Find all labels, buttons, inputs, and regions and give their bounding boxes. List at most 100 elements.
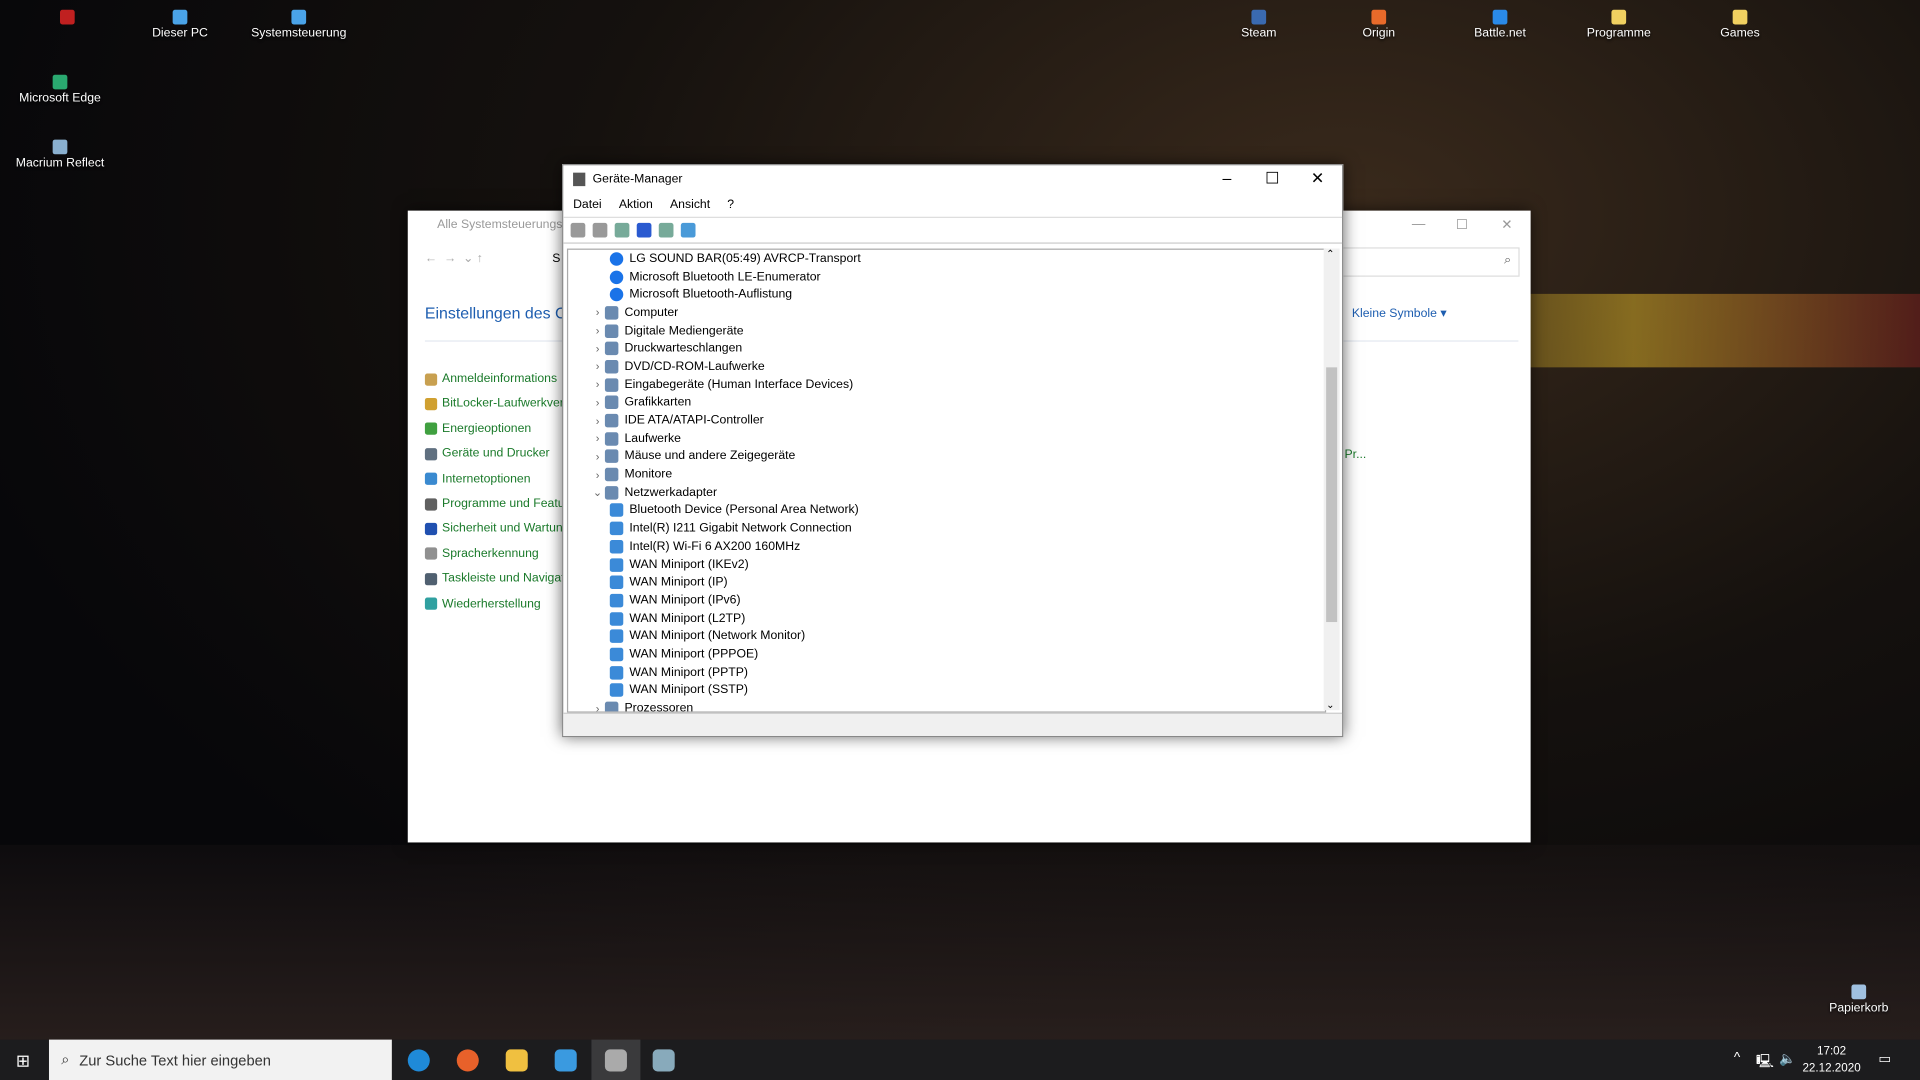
close-button[interactable]: ✕ (1501, 217, 1512, 233)
cp-link[interactable]: Geräte und Drucker (424, 447, 550, 461)
expand-toggle[interactable]: › (590, 361, 605, 373)
nav-arrows[interactable]: ← → ⌄ ↑ (425, 252, 483, 265)
tree-item[interactable]: › Mäuse und andere Zeigegeräte (568, 448, 1325, 466)
tree-item[interactable]: › DVD/CD-ROM-Laufwerke (568, 358, 1325, 376)
tree-item[interactable]: Microsoft Bluetooth-Auflistung (568, 286, 1325, 304)
cp-link-partial[interactable]: Pr... (1345, 448, 1367, 461)
expand-toggle[interactable]: › (590, 379, 605, 391)
scrollbar-thumb[interactable] (1326, 367, 1338, 623)
paint-icon[interactable] (652, 1049, 675, 1072)
expand-toggle[interactable]: › (590, 433, 605, 445)
desktop-icon[interactable]: Steam (1210, 9, 1308, 40)
tree-item[interactable]: WAN Miniport (L2TP) (568, 609, 1325, 627)
scroll-up-icon[interactable]: ⌃ (1326, 249, 1334, 260)
back-icon[interactable] (570, 222, 586, 238)
tree-item[interactable]: › IDE ATA/ATAPI-Controller (568, 412, 1325, 430)
properties-icon[interactable] (614, 222, 630, 238)
scroll-down-icon[interactable]: ⌄ (1326, 699, 1334, 710)
search-input[interactable]: ⌕ (1338, 247, 1520, 277)
tree-item[interactable]: WAN Miniport (IPv6) (568, 592, 1325, 610)
tree-item[interactable]: › Digitale Mediengeräte (568, 322, 1325, 340)
firefox-icon[interactable] (456, 1049, 479, 1072)
desktop-icon[interactable]: Origin (1330, 9, 1428, 40)
menu-item[interactable]: Aktion (619, 198, 653, 211)
menu-item[interactable]: Datei (573, 198, 602, 211)
desktop-icon[interactable]: Games (1691, 9, 1789, 40)
desktop-icon[interactable]: Battle.net (1451, 9, 1549, 40)
cp-link[interactable]: Wiederherstellung (424, 597, 541, 611)
cp-link[interactable]: Energieoptionen (424, 422, 531, 436)
category-icon (604, 449, 619, 464)
expand-toggle[interactable]: › (590, 397, 605, 409)
tree-item[interactable]: Intel(R) I211 Gigabit Network Connection (568, 520, 1325, 538)
tree-item[interactable]: WAN Miniport (Network Monitor) (568, 627, 1325, 645)
start-button[interactable]: ⊞ (16, 1051, 30, 1072)
desktop-icon[interactable] (18, 9, 116, 27)
tree-item[interactable]: › Druckwarteschlangen (568, 340, 1325, 358)
tree-item[interactable]: Bluetooth Device (Personal Area Network) (568, 502, 1325, 520)
expand-toggle[interactable]: › (590, 415, 605, 427)
expand-toggle[interactable]: › (590, 307, 605, 319)
maximize-button[interactable]: ☐ (1456, 217, 1468, 233)
notifications-icon[interactable]: ▭ (1878, 1051, 1891, 1067)
desktop-icon[interactable]: Macrium Reflect (11, 139, 109, 170)
tree-item[interactable]: WAN Miniport (SSTP) (568, 681, 1325, 699)
expand-toggle[interactable]: ⌄ (590, 486, 605, 499)
file-explorer-icon[interactable] (505, 1049, 528, 1072)
expand-toggle[interactable]: › (590, 343, 605, 355)
scrollbar[interactable]: ⌃ ⌄ (1323, 248, 1340, 711)
desktop-icon[interactable]: Papierkorb (1810, 984, 1908, 1015)
tree-item[interactable]: › Prozessoren (568, 699, 1325, 712)
menu-item[interactable]: Ansicht (670, 198, 710, 211)
network-icon[interactable]: 🖳 (1756, 1051, 1774, 1074)
category-icon (604, 467, 619, 482)
control-panel-taskbar-icon[interactable] (554, 1049, 577, 1072)
menu-item[interactable]: ? (727, 198, 734, 211)
tree-item[interactable]: ⌄ Netzwerkadapter (568, 484, 1325, 502)
tree-item[interactable]: › Eingabegeräte (Human Interface Devices) (568, 376, 1325, 394)
desktop-icon[interactable]: Dieser PC (131, 9, 229, 40)
expand-toggle[interactable]: › (590, 451, 605, 463)
tray-chevron-icon[interactable]: ^ (1734, 1051, 1740, 1066)
minimize-button[interactable]: — (1412, 217, 1425, 232)
volume-icon[interactable]: 🔈 (1779, 1051, 1796, 1067)
expand-toggle[interactable]: › (590, 468, 605, 480)
cp-link[interactable]: Programme und Featu (424, 497, 565, 511)
cp-link[interactable]: Sicherheit und Wartun (424, 522, 563, 536)
help-icon[interactable] (636, 222, 652, 238)
cp-link[interactable]: Taskleiste und Navigat (424, 572, 565, 586)
cp-link[interactable]: Internetoptionen (424, 472, 531, 486)
taskbar-search[interactable]: ⌕ Zur Suche Text hier eingeben (48, 1039, 392, 1080)
tree-item[interactable]: › Computer (568, 304, 1325, 322)
cp-link[interactable]: Anmeldeinformations (424, 372, 557, 386)
clock[interactable]: 17:02 22.12.2020 (1802, 1043, 1860, 1077)
update-driver-icon[interactable] (658, 222, 674, 238)
cp-link[interactable]: Spracherkennung (424, 547, 539, 561)
tree-item[interactable]: WAN Miniport (PPPOE) (568, 645, 1325, 663)
breadcrumb[interactable]: S (552, 252, 560, 265)
tree-item[interactable]: Microsoft Bluetooth LE-Enumerator (568, 268, 1325, 286)
device-manager-taskbar-icon[interactable] (604, 1049, 627, 1072)
tree-item[interactable]: WAN Miniport (IP) (568, 574, 1325, 592)
desktop-icon[interactable]: Microsoft Edge (11, 74, 109, 105)
minimize-button[interactable]: – (1205, 169, 1249, 187)
tree-item[interactable]: Intel(R) Wi-Fi 6 AX200 160MHz (568, 538, 1325, 556)
scan-hardware-icon[interactable] (680, 222, 696, 238)
tree-item[interactable]: › Monitore (568, 466, 1325, 484)
close-button[interactable]: ✕ (1296, 169, 1340, 189)
desktop-icon[interactable]: Programme (1570, 9, 1668, 40)
tree-item[interactable]: WAN Miniport (PPTP) (568, 663, 1325, 681)
expand-toggle[interactable]: › (590, 702, 605, 711)
tree-item[interactable]: › Laufwerke (568, 430, 1325, 448)
tree-item[interactable]: LG SOUND BAR(05:49) AVRCP-Transport (568, 250, 1325, 268)
view-dropdown[interactable]: Kleine Symbole ▾ (1352, 307, 1447, 320)
expand-toggle[interactable]: › (590, 325, 605, 337)
cp-link[interactable]: BitLocker-Laufwerkver (424, 397, 564, 411)
edge-icon[interactable] (407, 1049, 430, 1072)
maximize-button[interactable]: ☐ (1250, 169, 1294, 189)
desktop-icon[interactable]: Systemsteuerung (250, 9, 348, 40)
app-icon (1251, 9, 1267, 25)
tree-item[interactable]: › Grafikkarten (568, 394, 1325, 412)
forward-icon[interactable] (592, 222, 608, 238)
tree-item[interactable]: WAN Miniport (IKEv2) (568, 556, 1325, 574)
